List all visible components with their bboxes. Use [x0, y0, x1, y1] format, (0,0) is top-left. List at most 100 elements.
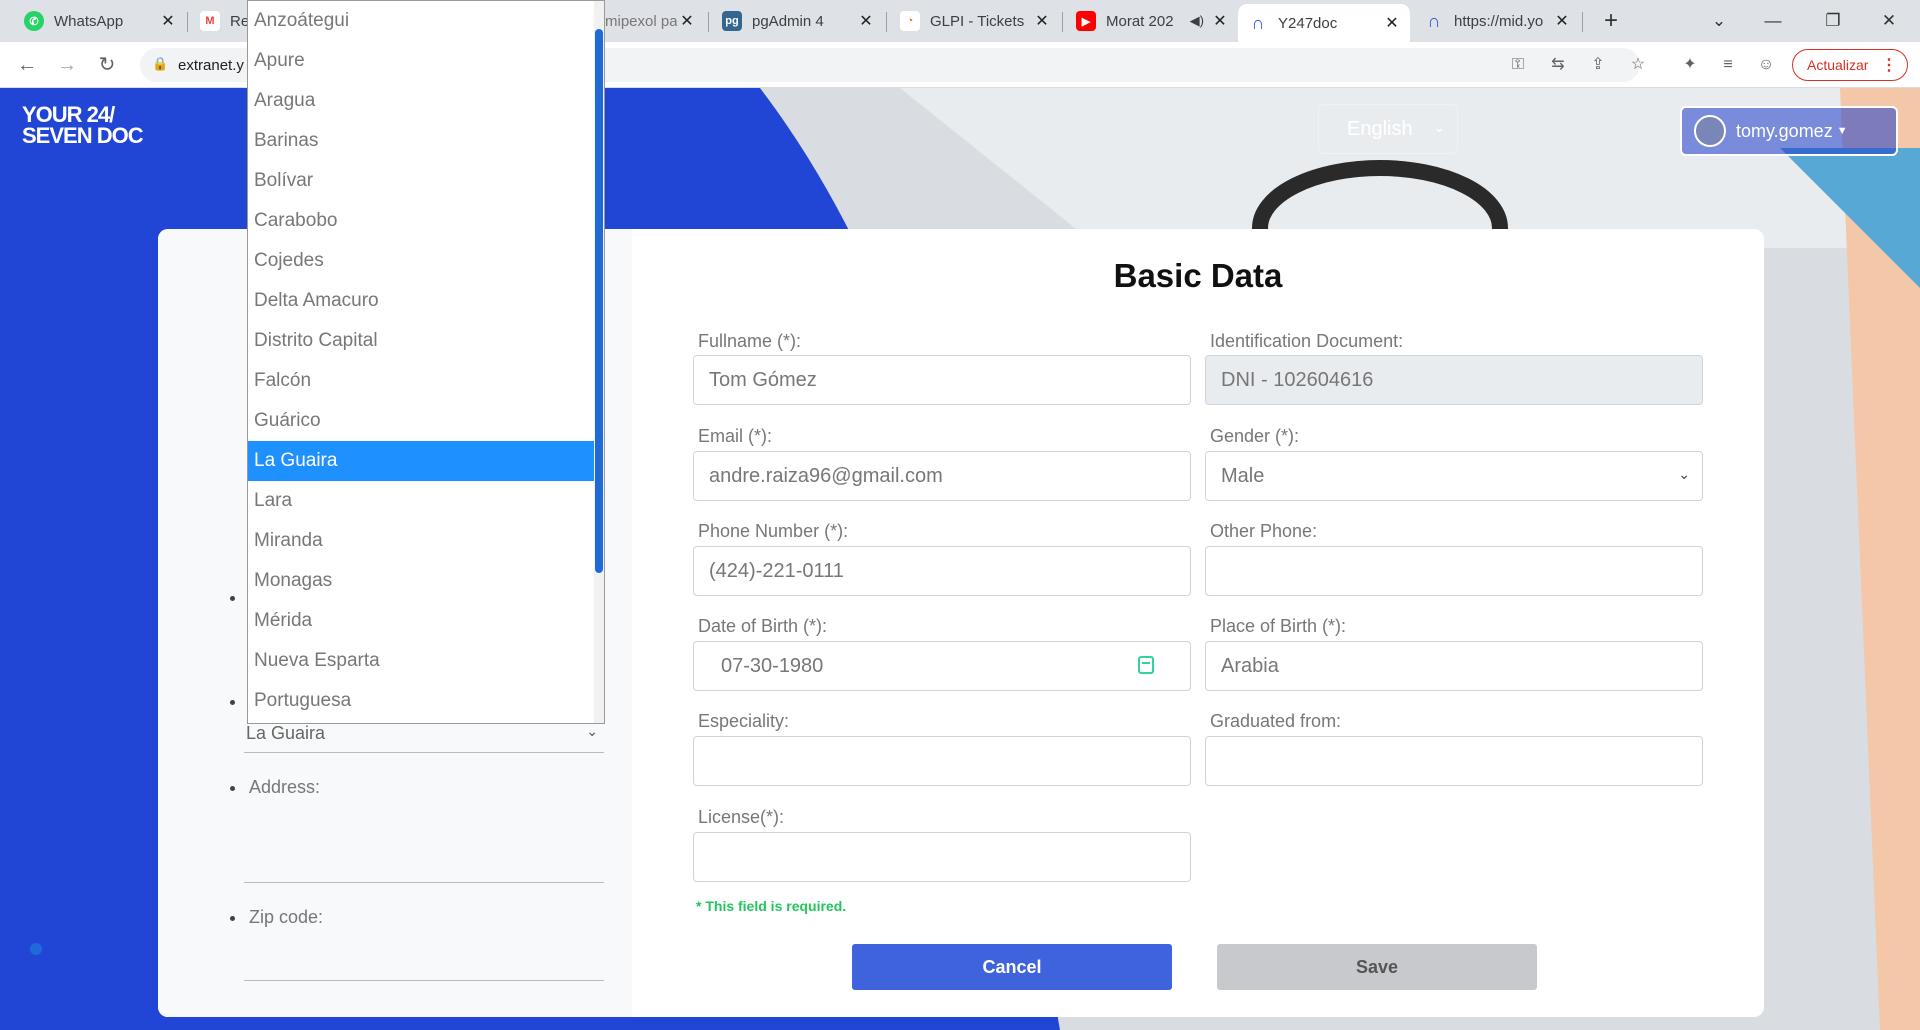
scrollbar-thumb[interactable] — [595, 29, 603, 573]
dropdown-option[interactable]: Mérida — [248, 601, 596, 641]
tab-title: https://mid.yo — [1454, 12, 1544, 30]
speciality-input[interactable] — [693, 736, 1191, 786]
dob-value: 07-30-1980 — [721, 654, 824, 677]
license-input[interactable] — [693, 832, 1191, 882]
pob-value: Arabia — [1221, 654, 1279, 677]
chat-widget-icon[interactable] — [30, 943, 42, 955]
tab-gmail[interactable]: M Re — [190, 6, 250, 36]
minimize-icon[interactable]: — — [1750, 6, 1796, 36]
pob-label: Place of Birth (*): — [1210, 616, 1347, 636]
tab-title: pgAdmin 4 — [752, 12, 824, 30]
state-value: La Guaira — [246, 723, 326, 743]
extensions-icon[interactable]: ✦ — [1676, 51, 1704, 79]
calendar-icon[interactable] — [1138, 656, 1154, 674]
tab-glpi[interactable]: ◔ GLPI - Tickets ✕ — [890, 6, 1060, 36]
reload-icon[interactable]: ↻ — [92, 50, 122, 80]
new-tab-button[interactable]: + — [1588, 6, 1634, 36]
close-icon[interactable]: ✕ — [1382, 13, 1402, 33]
divider — [244, 752, 604, 753]
tab-mid[interactable]: ∩ https://mid.yo ✕ — [1414, 6, 1580, 36]
save-button[interactable]: Save — [1217, 944, 1537, 990]
brand-logo[interactable]: YOUR 24/ SEVEN DOC — [22, 104, 144, 148]
tab-search-icon[interactable]: ⌄ — [1696, 6, 1742, 36]
dropdown-option[interactable]: Aragua — [248, 81, 596, 121]
address-field[interactable] — [244, 882, 604, 883]
dropdown-option[interactable]: Apure — [248, 41, 596, 81]
graduated-label: Graduated from: — [1210, 711, 1342, 731]
star-icon[interactable]: ☆ — [1624, 51, 1652, 79]
dropdown-option[interactable]: Bolívar — [248, 161, 596, 201]
translate-icon[interactable]: ⇆ — [1544, 51, 1572, 79]
logo-line-2: SEVEN DOC — [22, 123, 144, 148]
media-control-icon[interactable]: ≡ — [1714, 51, 1742, 79]
tab-pgadmin[interactable]: pg pgAdmin 4 ✕ — [712, 6, 884, 36]
cancel-button[interactable]: Cancel — [852, 944, 1172, 990]
dob-label: Date of Birth (*): — [698, 616, 828, 636]
share-icon[interactable]: ⇪ — [1584, 51, 1612, 79]
user-menu-button[interactable]: tomy.gomez ▼ — [1680, 106, 1898, 156]
dropdown-option[interactable]: Carabobo — [248, 201, 596, 241]
dob-input[interactable]: 07-30-1980 — [693, 641, 1191, 691]
dropdown-option[interactable]: Barinas — [248, 121, 596, 161]
phone-input[interactable]: (424)-221-0111 — [693, 546, 1191, 596]
dropdown-option[interactable]: Portuguesa — [248, 681, 596, 721]
key-icon[interactable]: ⚿ — [1504, 51, 1532, 79]
tab-youtube[interactable]: ▶ Morat 202 ◀) ✕ — [1066, 6, 1238, 36]
dropdown-scrollbar[interactable] — [594, 1, 604, 723]
other-phone-input[interactable] — [1205, 546, 1703, 596]
forward-icon[interactable]: → — [52, 50, 82, 80]
close-icon[interactable]: ✕ — [1032, 11, 1052, 31]
tab-mipexol[interactable]: mipexol pa ✕ — [595, 6, 705, 36]
id-document-input: DNI - 102604616 — [1205, 355, 1703, 405]
dropdown-option[interactable]: Nueva Esparta — [248, 641, 596, 681]
back-icon[interactable]: ← — [12, 50, 42, 80]
address-label: Address: — [249, 777, 321, 797]
zip-field[interactable] — [244, 980, 604, 981]
update-button[interactable]: Actualizar ⋮ — [1792, 49, 1908, 81]
tab-y247doc[interactable]: ∩ Y247doc ✕ — [1238, 4, 1410, 42]
close-icon[interactable]: ✕ — [1210, 11, 1230, 31]
state-dropdown-list[interactable]: Anzoátegui Apure Aragua Barinas Bolívar Carab… — [247, 0, 605, 724]
id-document-value: DNI - 102604616 — [1221, 368, 1374, 391]
language-value: English — [1347, 117, 1413, 140]
tab-whatsapp[interactable]: ✆ WhatsApp ✕ — [14, 6, 186, 36]
close-window-icon[interactable]: ✕ — [1866, 6, 1912, 36]
dropdown-option[interactable]: Anzoátegui — [248, 1, 596, 41]
id-document-label: Identification Document: — [1210, 331, 1404, 351]
list-bullet — [230, 700, 235, 705]
dropdown-option[interactable]: Miranda — [248, 521, 596, 561]
close-icon[interactable]: ✕ — [158, 11, 178, 31]
gender-select[interactable]: Male ⌄ — [1205, 451, 1703, 501]
state-select[interactable]: La Guaira ⌄ — [246, 723, 604, 745]
fullname-label: Fullname (*): — [698, 331, 802, 351]
profile-icon[interactable]: ☺ — [1752, 51, 1780, 79]
close-icon[interactable]: ✕ — [856, 11, 876, 31]
email-label: Email (*): — [698, 426, 773, 446]
dropdown-option[interactable]: Distrito Capital — [248, 321, 596, 361]
username: tomy.gomez — [1736, 120, 1833, 141]
tab-title: GLPI - Tickets — [930, 12, 1025, 30]
youtube-icon: ▶ — [1076, 11, 1096, 31]
dropdown-option[interactable]: La Guaira — [248, 441, 596, 481]
chevron-down-icon: ⌄ — [1433, 119, 1445, 135]
fullname-input[interactable]: Tom Gómez — [693, 355, 1191, 405]
dropdown-option[interactable]: Monagas — [248, 561, 596, 601]
dropdown-option[interactable]: Falcón — [248, 361, 596, 401]
close-icon[interactable]: ✕ — [1552, 11, 1572, 31]
list-bullet — [230, 916, 235, 921]
pob-input[interactable]: Arabia — [1205, 641, 1703, 691]
speaker-icon[interactable]: ◀) — [1190, 13, 1204, 29]
email-field[interactable]: andre.raiza96@gmail.com — [693, 451, 1191, 501]
fullname-value: Tom Gómez — [709, 368, 817, 391]
language-select[interactable]: English ⌄ — [1318, 104, 1458, 154]
close-icon[interactable]: ✕ — [677, 11, 697, 31]
restore-icon[interactable]: ❐ — [1810, 6, 1856, 36]
other-phone-label: Other Phone: — [1210, 521, 1318, 541]
dropdown-option[interactable]: Guárico — [248, 401, 596, 441]
tab-title: mipexol pa — [605, 12, 677, 30]
dropdown-option[interactable]: Delta Amacuro — [248, 281, 596, 321]
graduated-input[interactable] — [1205, 736, 1703, 786]
menu-icon[interactable]: ⋮ — [1881, 55, 1897, 75]
dropdown-option[interactable]: Lara — [248, 481, 596, 521]
dropdown-option[interactable]: Cojedes — [248, 241, 596, 281]
